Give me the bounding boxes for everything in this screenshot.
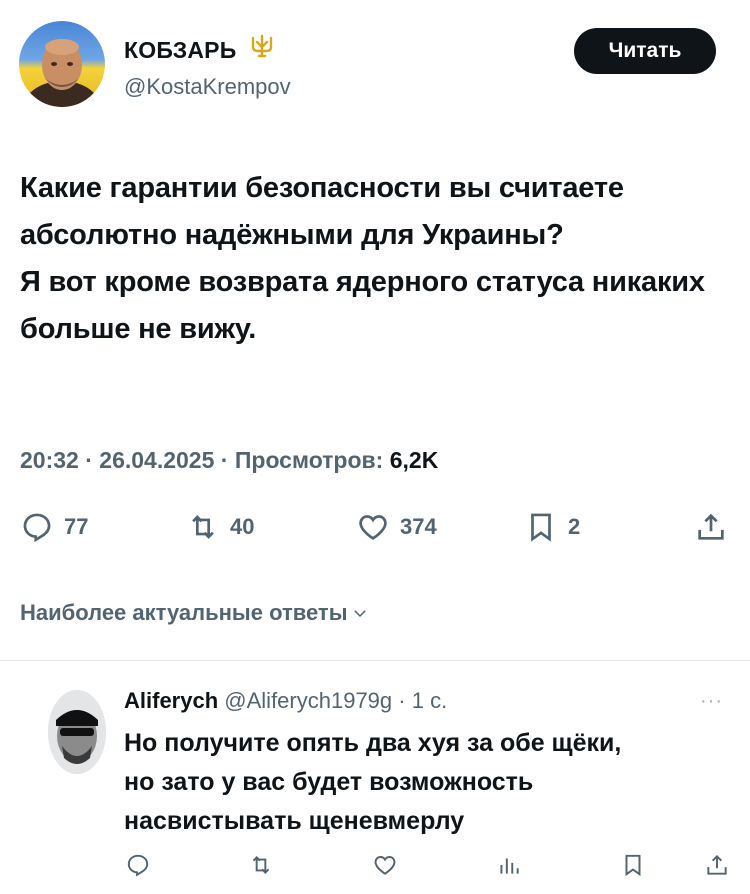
reply-share-button[interactable] <box>704 852 730 883</box>
heart-icon <box>374 856 396 875</box>
like-count: 374 <box>400 514 437 539</box>
views-label: Просмотров: <box>234 447 384 473</box>
tweet-meta: 20:32 · 26.04.2025 · Просмотров: 6,2K <box>20 447 438 474</box>
divider <box>0 660 750 661</box>
tweet-text-line: Какие гарантии безопасности вы считаете … <box>20 172 624 251</box>
chevron-down-icon <box>354 610 367 618</box>
repost-icon <box>252 856 270 874</box>
reply-count: 77 <box>64 514 89 539</box>
author-name-row[interactable]: КОБЗАРЬ <box>124 34 275 67</box>
reply-icon <box>127 854 149 877</box>
separator: · <box>220 447 229 473</box>
analytics-icon <box>500 858 519 874</box>
reply-like-button[interactable] <box>372 852 398 883</box>
author-handle[interactable]: @KostaKrempov <box>124 74 291 100</box>
repost-button[interactable]: 40 <box>186 510 254 544</box>
reply-reply-button[interactable] <box>125 852 151 883</box>
reply-avatar[interactable] <box>48 690 106 774</box>
bookmark-count: 2 <box>568 514 581 539</box>
tweet-date[interactable]: 26.04.2025 <box>99 447 214 473</box>
author-avatar[interactable] <box>19 21 105 107</box>
reply-time[interactable]: 1 с. <box>412 688 447 713</box>
author-name[interactable]: КОБЗАРЬ <box>124 37 236 63</box>
like-button[interactable]: 374 <box>356 510 437 544</box>
reply-button[interactable]: 77 <box>20 510 88 544</box>
views-count[interactable]: 6,2K <box>390 447 439 473</box>
share-button[interactable] <box>694 510 728 544</box>
trident-icon <box>249 34 275 67</box>
separator: · <box>398 688 406 713</box>
reply-handle[interactable]: @Aliferych1979g <box>224 688 392 713</box>
reply-text-line: Но получите опять два хуя за обе щёки, <box>124 729 622 757</box>
separator: · <box>85 447 93 473</box>
bookmark-button[interactable]: 2 <box>524 510 580 544</box>
replies-sort-dropdown[interactable]: Наиболее актуальные ответы <box>20 600 369 626</box>
reply-avatar-image <box>48 690 106 774</box>
reply-text: Но получите опять два хуя за обе щёки, н… <box>124 724 734 841</box>
reply-icon <box>23 513 51 543</box>
repost-icon <box>192 515 214 539</box>
bookmark-icon <box>625 854 641 877</box>
follow-button[interactable]: Читать <box>574 28 716 74</box>
reply-bookmark-button[interactable] <box>620 852 646 883</box>
reply-views-button[interactable] <box>496 852 522 883</box>
tweet-text: Какие гарантии безопасности вы считаете … <box>20 165 732 353</box>
tweet-time[interactable]: 20:32 <box>20 447 79 473</box>
share-icon <box>707 854 727 875</box>
tweet-text-line: Я вот кроме возврата ядерного статуса ни… <box>20 266 705 345</box>
reply-header: Aliferych @Aliferych1979g · 1 с. <box>124 688 447 714</box>
portrait-image <box>22 39 102 107</box>
replies-sort-label: Наиболее актуальные ответы <box>20 600 348 625</box>
bookmark-icon <box>531 513 551 542</box>
repost-count: 40 <box>230 514 255 539</box>
reply-repost-button[interactable] <box>248 852 274 883</box>
more-options-icon[interactable]: ··· <box>700 690 723 713</box>
reply-author-name[interactable]: Aliferych <box>124 688 218 713</box>
share-icon <box>698 513 724 540</box>
reply-text-line: насвистывать щеневмерлу <box>124 807 465 835</box>
reply-text-line: но зато у вас будет возможность <box>124 768 534 796</box>
heart-icon <box>359 515 387 540</box>
